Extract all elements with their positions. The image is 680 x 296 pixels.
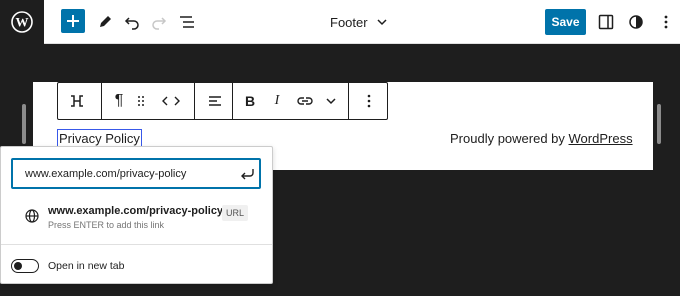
submit-link-button[interactable] [238,165,256,183]
canvas-resize-handle-left[interactable] [22,104,26,144]
transform-block-button[interactable] [58,83,95,119]
add-block-button[interactable] [61,9,85,33]
editor-header: W Footer Save [0,0,680,44]
move-block-button[interactable] [156,83,186,119]
toggle-knob [14,261,22,270]
plus-icon [67,15,79,27]
link-unlink-icon [70,95,83,107]
link-popover: www.example.com/privacy-policy www.examp… [0,146,273,284]
chevron-down-icon [326,98,336,105]
link-icon [297,97,313,105]
more-vertical-icon [664,15,668,29]
suggestion-type-badge: URL [222,205,249,221]
redo-button[interactable] [146,8,172,36]
settings-sidebar-button[interactable] [593,8,619,36]
italic-button[interactable]: I [265,83,289,119]
globe-icon [25,209,39,223]
link-url-input[interactable]: www.example.com/privacy-policy [11,158,261,189]
drag-handle[interactable] [134,83,148,119]
sidebar-icon [598,14,614,30]
contrast-icon [629,15,643,29]
align-icon [209,96,221,106]
tools-button[interactable] [92,8,118,36]
paragraph-icon: ¶ [114,92,124,109]
more-formatting-button[interactable] [320,83,342,119]
popover-divider [1,244,272,245]
open-in-new-tab-toggle[interactable] [11,259,39,273]
suggestion-title: www.example.com/privacy-policy [48,205,224,217]
drag-handle-icon [138,96,144,106]
svg-text:W: W [16,15,29,30]
wordpress-link[interactable]: WordPress [569,131,633,146]
suggestion-hint: Press ENTER to add this link [48,220,165,230]
bold-button[interactable]: B [238,83,262,119]
document-title: Footer [330,14,368,30]
wordpress-logo-icon: W [11,11,33,33]
paragraph-block-button[interactable]: ¶ [108,83,130,119]
powered-by-prefix: Proudly powered by [450,131,569,146]
enter-icon [241,169,254,180]
redo-icon [152,17,167,30]
styles-button[interactable] [623,8,649,36]
wordpress-logo[interactable]: W [0,0,44,44]
powered-by-text: Proudly powered by WordPress [450,130,633,148]
document-title-dropdown[interactable]: Footer [330,0,388,44]
options-button[interactable] [653,8,679,36]
pencil-icon [100,16,111,27]
save-button[interactable]: Save [545,9,586,35]
list-view-icon [180,16,194,28]
block-toolbar: ¶ B I [57,82,388,120]
code-chevrons-icon [162,96,180,106]
open-in-new-tab-label: Open in new tab [48,260,125,272]
undo-button[interactable] [119,8,145,36]
chevron-down-icon [377,19,387,26]
block-options-button[interactable] [356,83,382,119]
list-view-button[interactable] [174,8,200,36]
canvas-resize-handle-right[interactable] [657,104,661,144]
undo-icon [124,17,139,30]
align-button[interactable] [198,83,232,119]
link-button[interactable] [292,83,318,119]
more-vertical-icon [367,94,371,108]
